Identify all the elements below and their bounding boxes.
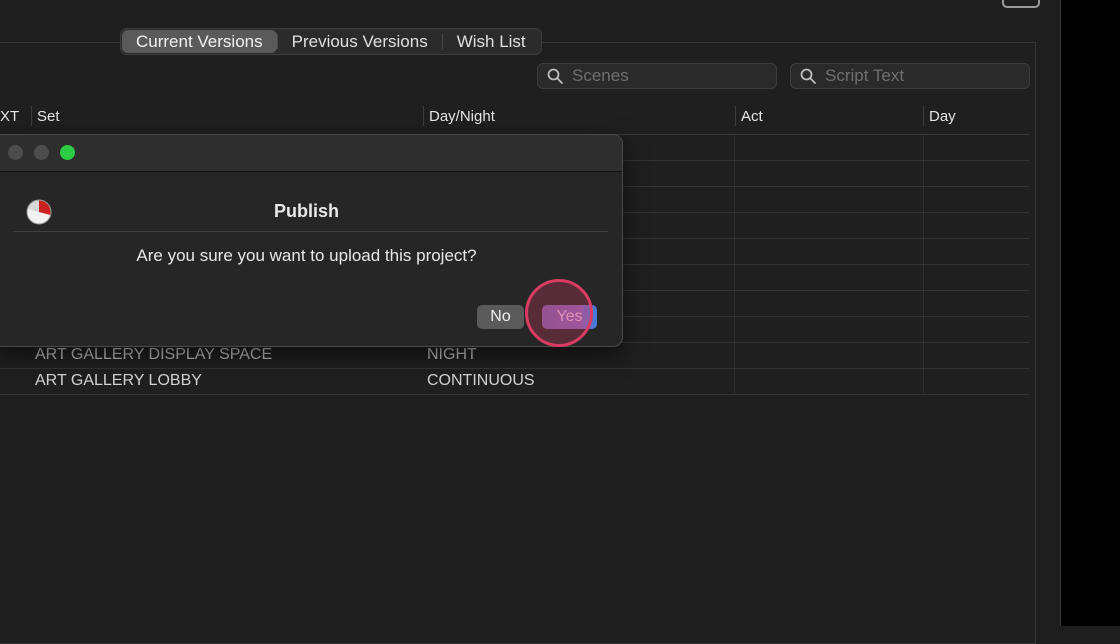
column-divider[interactable] <box>31 106 32 126</box>
column-divider[interactable] <box>735 106 736 126</box>
set-cell: ART GALLERY LOBBY <box>35 372 202 389</box>
set-cell: ART GALLERY DISPLAY SPACE <box>35 346 273 363</box>
day-night-cell: NIGHT <box>427 346 477 363</box>
column-header-day-night[interactable]: Day/Night <box>429 108 495 125</box>
cell-divider <box>734 369 735 394</box>
column-divider[interactable] <box>923 106 924 126</box>
column-header-xt[interactable]: XT <box>0 108 19 125</box>
cell-divider <box>923 291 924 316</box>
cell-divider <box>734 343 735 368</box>
tab-previous-versions[interactable]: Previous Versions <box>278 30 442 53</box>
zoom-window-button[interactable] <box>60 145 75 160</box>
cell-divider <box>923 343 924 368</box>
cell-divider <box>734 265 735 290</box>
tab-wish-list[interactable]: Wish List <box>443 30 540 53</box>
day-night-cell: CONTINUOUS <box>427 372 535 389</box>
cell-divider <box>734 135 735 160</box>
yes-button[interactable]: Yes <box>542 305 597 329</box>
version-tabs: Current Versions Previous Versions Wish … <box>120 28 542 55</box>
cell-divider <box>923 213 924 238</box>
cell-divider <box>923 135 924 160</box>
window-control-icon[interactable] <box>1002 0 1040 8</box>
scenes-search[interactable] <box>537 63 777 89</box>
script-text-search[interactable] <box>790 63 1030 89</box>
search-icon <box>800 68 816 84</box>
search-icon <box>547 68 563 84</box>
dialog-divider <box>13 231 608 232</box>
cell-divider <box>734 317 735 342</box>
publish-dialog: Publish Are you sure you want to upload … <box>0 134 623 347</box>
script-text-search-input[interactable] <box>825 65 1023 87</box>
cell-divider <box>923 369 924 394</box>
cell-divider <box>923 161 924 186</box>
minimize-window-button[interactable] <box>34 145 49 160</box>
dialog-message: Are you sure you want to upload this pro… <box>136 246 477 265</box>
cell-divider <box>923 187 924 212</box>
dialog-title: Publish <box>273 201 339 221</box>
cell-divider <box>734 187 735 212</box>
close-window-button[interactable] <box>8 145 23 160</box>
cell-divider <box>734 291 735 316</box>
table-header: XT Set Day/Night Act Day <box>0 98 1029 135</box>
column-divider[interactable] <box>423 106 424 126</box>
cell-divider <box>923 239 924 264</box>
cell-divider <box>923 317 924 342</box>
cell-divider <box>923 265 924 290</box>
column-header-act[interactable]: Act <box>741 108 763 125</box>
cell-divider <box>734 161 735 186</box>
table-row[interactable]: ART GALLERY LOBBY CONTINUOUS <box>0 369 1029 395</box>
scenes-search-input[interactable] <box>572 65 770 87</box>
right-sidebar <box>1061 0 1120 626</box>
cell-divider <box>734 239 735 264</box>
no-button[interactable]: No <box>477 305 524 329</box>
dialog-titlebar[interactable] <box>0 135 622 172</box>
column-header-set[interactable]: Set <box>37 108 60 125</box>
tab-current-versions[interactable]: Current Versions <box>122 30 277 53</box>
column-header-day[interactable]: Day <box>929 108 956 125</box>
cell-divider <box>734 213 735 238</box>
